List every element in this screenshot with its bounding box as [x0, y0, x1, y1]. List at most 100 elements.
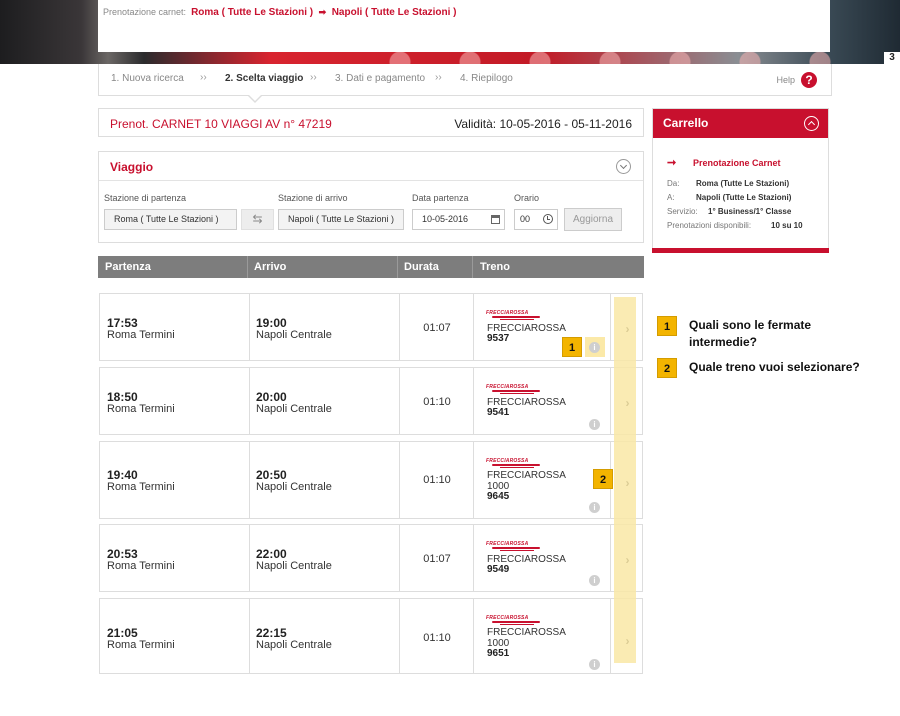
cart-availability-key: Prenotazioni disponibili: — [667, 221, 752, 230]
carnet-title: Prenot. CARNET 10 VIAGGI AV n° 47219 — [110, 117, 332, 131]
help-label: Help — [776, 75, 795, 85]
help-link[interactable]: Help ? — [776, 72, 817, 88]
trip-panel-title: Viaggio — [110, 160, 154, 174]
train-name: FRECCIAROSSA — [487, 627, 566, 638]
train-row[interactable]: 18:50 Roma Termini 20:00 Napoli Centrale… — [99, 367, 643, 435]
arrival-station: Napoli Centrale — [256, 403, 332, 415]
departure-time: 21:05 — [107, 626, 138, 640]
train-row[interactable]: 19:40 Roma Termini 20:50 Napoli Centrale… — [99, 441, 643, 519]
calendar-icon[interactable] — [491, 215, 500, 224]
time-label: Orario — [514, 193, 540, 203]
route-summary: Prenotazione carnet: Roma ( Tutte Le Sta… — [103, 7, 457, 18]
header-partenza: Partenza — [105, 261, 151, 273]
arrival-label: Stazione di arrivo — [278, 193, 348, 203]
arrival-time: 20:00 — [256, 390, 287, 404]
arrival-time: 20:50 — [256, 468, 287, 482]
trip-panel-header[interactable]: Viaggio — [99, 152, 643, 181]
info-icon[interactable]: i — [589, 575, 600, 586]
time-field[interactable]: 00 — [514, 209, 558, 230]
question-badge-2: 2 — [657, 358, 677, 378]
active-step-pointer — [247, 94, 263, 103]
route-label: Prenotazione carnet: — [103, 7, 187, 17]
train-number: 9541 — [487, 407, 510, 418]
header-arrivo: Arrivo — [254, 261, 287, 273]
header-durata: Durata — [404, 261, 439, 273]
chevron-down-icon[interactable] — [616, 159, 631, 174]
arrival-station-field[interactable]: Napoli ( Tutte Le Stazioni ) — [278, 209, 404, 230]
route-to: Napoli ( Tutte Le Stazioni ) — [331, 7, 457, 18]
info-icon[interactable]: i — [589, 659, 600, 670]
cart-availability-value: 10 su 10 — [771, 221, 803, 230]
train-row[interactable]: 21:05 Roma Termini 22:15 Napoli Centrale… — [99, 598, 643, 674]
departure-station: Roma Termini — [107, 403, 175, 415]
departure-time: 18:50 — [107, 390, 138, 404]
duration: 01:10 — [423, 474, 451, 486]
date-label: Data partenza — [412, 193, 469, 203]
results-header: Partenza Arrivo Durata Treno — [98, 256, 644, 278]
departure-time: 20:53 — [107, 547, 138, 561]
step-separator-icon: ›› — [310, 72, 317, 83]
train-number: 9651 — [487, 648, 510, 659]
train-row[interactable]: 20:53 Roma Termini 22:00 Napoli Centrale… — [99, 524, 643, 592]
question-1: Quali sono le fermate intermedie? — [689, 318, 812, 349]
train-number: 9549 — [487, 564, 510, 575]
step-scelta-viaggio: 2. Scelta viaggio — [225, 73, 304, 84]
cart-to-value: Napoli (Tutte Le Stazioni) — [696, 193, 792, 202]
departure-station: Roma Termini — [107, 481, 175, 493]
trip-search-panel: Viaggio Stazione di partenza Roma ( Tutt… — [98, 151, 644, 243]
clock-icon[interactable] — [543, 214, 553, 224]
info-icon[interactable]: i — [589, 342, 600, 353]
arrival-station: Napoli Centrale — [256, 560, 332, 572]
departure-station-field[interactable]: Roma ( Tutte Le Stazioni ) — [104, 209, 237, 230]
frecciarossa-logo: FRECCIAROSSA — [486, 384, 540, 394]
select-column-highlight — [614, 297, 636, 663]
carnet-validity: Validità: 10-05-2016 - 05-11-2016 — [454, 117, 632, 131]
date-field[interactable]: 10-05-2016 — [412, 209, 505, 230]
cart-from-key: Da: — [667, 179, 680, 188]
train-number: 9537 — [487, 333, 510, 344]
update-button[interactable]: Aggiorna — [564, 208, 622, 231]
cart-header[interactable]: Carrello — [653, 109, 828, 138]
annotation-badge-2: 2 — [593, 469, 613, 489]
cart-service-value: 1° Business/1° Classe — [708, 207, 792, 216]
question-2: Quale treno vuoi selezionare? — [689, 360, 860, 374]
train-name: FRECCIAROSSA — [487, 470, 566, 481]
duration: 01:07 — [423, 553, 451, 565]
cart-panel: Carrello ➞ Prenotazione Carnet Da: Roma … — [652, 108, 829, 253]
departure-label: Stazione di partenza — [104, 193, 187, 203]
question-badge-1: 1 — [657, 316, 677, 336]
train-number: 9645 — [487, 491, 510, 502]
frecciarossa-logo: FRECCIAROSSA — [486, 310, 540, 320]
cart-title: Carrello — [663, 116, 709, 130]
arrival-station: Napoli Centrale — [256, 329, 332, 341]
info-icon[interactable]: i — [589, 419, 600, 430]
annotation-badge-1: 1 — [562, 337, 582, 357]
chevron-up-icon[interactable] — [804, 116, 819, 131]
departure-station: Roma Termini — [107, 329, 175, 341]
arrival-time: 22:00 — [256, 547, 287, 561]
step-dati-pagamento: 3. Dati e pagamento — [335, 73, 426, 84]
step-nuova-ricerca[interactable]: 1. Nuova ricerca — [111, 73, 184, 84]
duration: 01:07 — [423, 322, 451, 334]
step-riepilogo: 4. Riepilogo — [460, 73, 513, 84]
arrow-right-icon: ➞ — [667, 157, 677, 169]
help-icon[interactable]: ? — [801, 72, 817, 88]
frecciarossa-logo: FRECCIAROSSA — [486, 615, 540, 625]
date-value: 10-05-2016 — [422, 214, 469, 224]
step-separator-icon: ›› — [435, 72, 442, 83]
cart-item-title: Prenotazione Carnet — [693, 158, 781, 168]
cart-to-key: A: — [667, 193, 675, 202]
progress-steps: 1. Nuova ricerca ›› 2. Scelta viaggio ››… — [98, 64, 832, 103]
arrival-time: 22:15 — [256, 626, 287, 640]
info-icon[interactable]: i — [589, 502, 600, 513]
swap-stations-button[interactable]: ⇆ — [241, 209, 274, 230]
frecciarossa-logo: FRECCIAROSSA — [486, 541, 540, 551]
carnet-info-bar: Prenot. CARNET 10 VIAGGI AV n° 47219 Val… — [98, 108, 644, 137]
arrival-station: Napoli Centrale — [256, 639, 332, 651]
step-separator-icon: ›› — [200, 72, 207, 83]
cart-from-value: Roma (Tutte Le Stazioni) — [696, 179, 790, 188]
time-value: 00 — [520, 214, 531, 224]
departure-station: Roma Termini — [107, 560, 175, 572]
departure-time: 17:53 — [107, 316, 138, 330]
header-treno: Treno — [480, 261, 510, 273]
